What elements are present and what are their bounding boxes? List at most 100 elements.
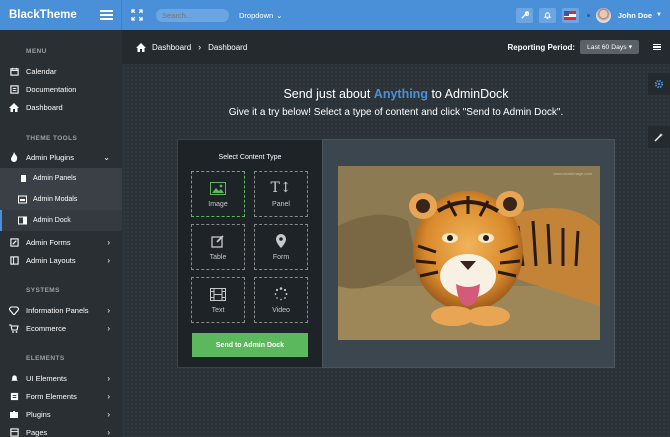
search-input[interactable] bbox=[156, 8, 229, 22]
panel-icon bbox=[19, 175, 26, 182]
text-height-icon: T↕ bbox=[270, 180, 292, 196]
home-icon[interactable] bbox=[136, 42, 146, 52]
reporting-period: Reporting Period: Last 60 Days ▾ bbox=[507, 40, 670, 54]
section-elements: ELEMENTS bbox=[26, 355, 65, 362]
magic-wand-button[interactable] bbox=[648, 126, 670, 148]
chevron-right-icon: › bbox=[107, 427, 110, 437]
fullscreen-icon[interactable] bbox=[131, 9, 143, 21]
bell-icon bbox=[9, 373, 19, 383]
tiger-illustration bbox=[338, 166, 600, 340]
top-navbar: BlackTheme Dropdown ⌄ John Doe ▼ bbox=[0, 0, 670, 30]
tile-table[interactable]: Table bbox=[191, 224, 245, 270]
tile-image[interactable]: Image bbox=[191, 171, 245, 217]
sidebar-item-admin-forms[interactable]: Admin Forms › bbox=[0, 233, 122, 251]
chevron-right-icon: › bbox=[107, 237, 110, 247]
language-button[interactable] bbox=[561, 7, 579, 23]
send-to-admin-dock-button[interactable]: Send to Admin Dock bbox=[192, 333, 308, 357]
section-systems: SYSTEMS bbox=[26, 287, 60, 294]
sidebar-item-dashboard[interactable]: Dashboard bbox=[0, 98, 122, 116]
chevron-down-icon: ⌄ bbox=[103, 152, 110, 162]
sidebar-item-label: Admin Plugins bbox=[26, 152, 74, 162]
tile-text[interactable]: Text bbox=[191, 277, 245, 323]
headline-post: to AdminDock bbox=[427, 87, 509, 101]
list-menu-icon[interactable] bbox=[653, 44, 661, 50]
sidebar-item-ecommerce[interactable]: Ecommerce › bbox=[0, 319, 122, 337]
chevron-right-icon: › bbox=[107, 323, 110, 333]
document-icon bbox=[9, 84, 19, 94]
sidebar-item-admin-panels[interactable]: Admin Panels bbox=[0, 168, 122, 189]
sidebar-item-ui-elements[interactable]: UI Elements › bbox=[0, 369, 122, 387]
sidebar-item-information-panels[interactable]: Information Panels › bbox=[0, 301, 122, 319]
sidebar-item-label: Plugins bbox=[26, 409, 51, 419]
tile-label: Panel bbox=[272, 200, 290, 208]
spinner-icon bbox=[274, 287, 288, 302]
sidebar-item-form-elements[interactable]: Form Elements › bbox=[0, 387, 122, 405]
reporting-period-label: Reporting Period: bbox=[507, 42, 576, 52]
user-menu-caret-icon[interactable]: ▼ bbox=[656, 12, 662, 18]
sidebar-item-label: Information Panels bbox=[26, 305, 89, 315]
sidebar: MENU Calendar Documentation Dashboard TH… bbox=[0, 30, 122, 437]
dropdown-label: Dropdown bbox=[239, 10, 274, 20]
headline-highlight: Anything bbox=[373, 87, 428, 101]
sidebar-item-label: UI Elements bbox=[26, 373, 67, 383]
user-name[interactable]: John Doe bbox=[618, 11, 652, 20]
breadcrumb-root[interactable]: Dashboard bbox=[152, 43, 191, 52]
sidebar-item-label: Pages bbox=[26, 427, 48, 437]
dropdown-menu[interactable]: Dropdown ⌄ bbox=[239, 11, 282, 20]
pages-icon bbox=[9, 427, 19, 437]
tile-label: Text bbox=[211, 306, 225, 314]
sidebar-item-admin-layouts[interactable]: Admin Layouts › bbox=[0, 251, 122, 269]
notifications-button[interactable] bbox=[538, 7, 556, 23]
picker-title: Select Content Type bbox=[218, 154, 282, 161]
sidebar-item-documentation[interactable]: Documentation bbox=[0, 80, 122, 98]
tile-label: Image bbox=[208, 200, 228, 208]
breadcrumb-current: Dashboard bbox=[208, 42, 248, 52]
sidebar-item-label: Admin Forms bbox=[26, 237, 71, 247]
us-flag-icon bbox=[564, 10, 577, 20]
sidebar-item-pages[interactable]: Pages › bbox=[0, 423, 122, 437]
topbar-secondary: Dashboard › Dashboard Reporting Period: … bbox=[122, 30, 670, 64]
sidebar-item-label: Admin Dock bbox=[33, 217, 71, 224]
reporting-period-select[interactable]: Last 60 Days ▾ bbox=[580, 40, 639, 54]
wrench-button[interactable] bbox=[515, 7, 533, 23]
reporting-period-value: Last 60 Days bbox=[587, 44, 627, 51]
brand: BlackTheme bbox=[0, 0, 122, 30]
tile-panel[interactable]: T↕ Panel bbox=[254, 171, 308, 217]
sidebar-item-label: Documentation bbox=[26, 84, 77, 94]
sidebar-item-calendar[interactable]: Calendar bbox=[0, 62, 122, 80]
submenu-admin-plugins: Admin Panels Admin Modals Admin Dock bbox=[0, 168, 122, 231]
sidebar-item-admin-modals[interactable]: Admin Modals bbox=[0, 189, 122, 210]
edit-form-icon bbox=[9, 237, 19, 247]
fire-icon bbox=[9, 152, 19, 162]
tile-label: Form bbox=[272, 253, 290, 261]
diamond-icon bbox=[9, 305, 19, 315]
content-type-picker: Select Content Type Image T↕ Panel Table… bbox=[177, 139, 323, 368]
sidebar-item-admin-dock[interactable]: Admin Dock bbox=[0, 210, 122, 231]
tile-label: Table bbox=[209, 253, 227, 261]
edit-icon bbox=[211, 234, 225, 249]
section-menu: MENU bbox=[26, 48, 47, 55]
breadcrumb: Dashboard › Dashboard bbox=[122, 42, 247, 52]
home-icon bbox=[9, 102, 19, 112]
dock-icon bbox=[18, 216, 27, 225]
tiger-photo: www.stockimage.com bbox=[338, 166, 600, 340]
hamburger-menu-icon[interactable] bbox=[100, 10, 113, 20]
sidebar-item-label: Ecommerce bbox=[26, 323, 67, 333]
form-icon bbox=[9, 391, 19, 401]
map-marker-icon bbox=[276, 234, 286, 249]
chevron-right-icon: › bbox=[107, 409, 110, 419]
sidebar-item-plugins[interactable]: Plugins › bbox=[0, 405, 122, 423]
headline-pre: Send just about bbox=[283, 87, 374, 101]
sidebar-item-label: Calendar bbox=[26, 66, 57, 76]
magic-wand-icon bbox=[654, 133, 663, 142]
headline: Send just about Anything to AdminDock bbox=[122, 87, 670, 101]
avatar[interactable] bbox=[595, 7, 611, 23]
sidebar-item-admin-plugins[interactable]: Admin Plugins ⌄ bbox=[0, 148, 122, 166]
sidebar-item-label: Admin Layouts bbox=[26, 255, 76, 265]
tile-form[interactable]: Form bbox=[254, 224, 308, 270]
brand-logo-text: BlackTheme bbox=[9, 9, 77, 21]
film-icon bbox=[210, 287, 226, 302]
headline-subtitle: Give it a try below! Select a type of co… bbox=[228, 107, 564, 118]
layout-icon bbox=[9, 255, 19, 265]
tile-video[interactable]: Video bbox=[254, 277, 308, 323]
